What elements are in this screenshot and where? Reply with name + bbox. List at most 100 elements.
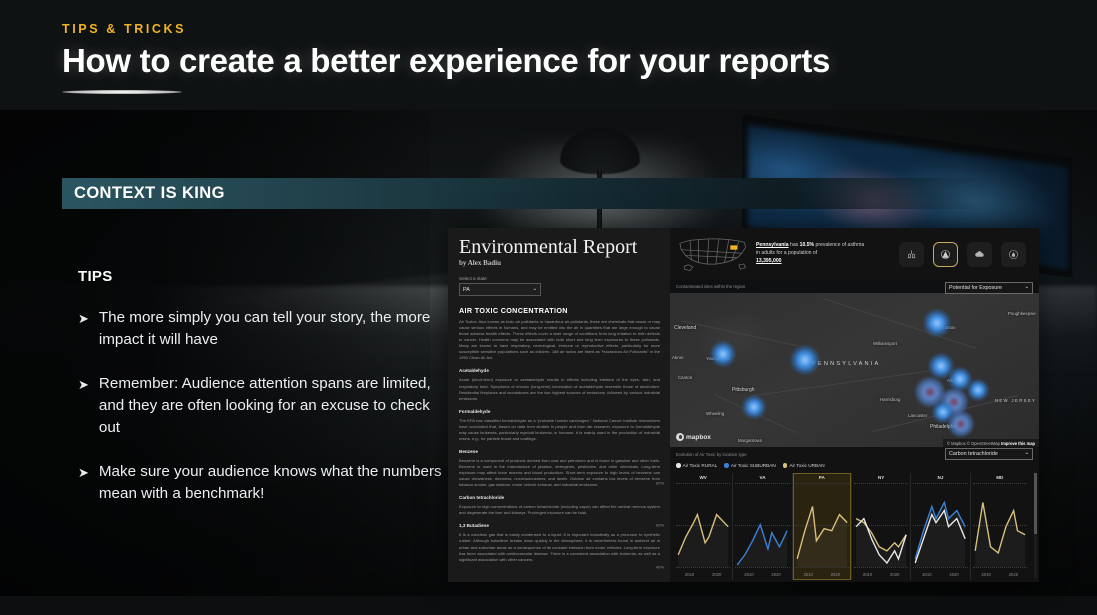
report-body-text: Benzene is a component of products deriv…	[459, 457, 660, 488]
report-subheading: Carbon tetrachloride	[459, 495, 505, 501]
state-label: PENNSYLVANIA	[812, 361, 881, 367]
chevron-down-icon: ⌄	[1024, 284, 1029, 291]
slide-header: TIPS & TRICKS How to create a better exp…	[62, 22, 830, 94]
kpi-state: Pennsylvania	[756, 241, 789, 248]
map-marker[interactable]	[967, 379, 989, 401]
chart-panel-va[interactable]: VA 2010 2020	[732, 473, 791, 580]
state-select[interactable]: PA ⌄	[459, 283, 541, 296]
x-axis: 2010 2020	[973, 572, 1027, 577]
grid-line	[913, 567, 968, 568]
x-axis-tick: 2020	[1008, 572, 1019, 577]
state-select-value: PA	[463, 286, 470, 293]
legend-swatch	[724, 463, 729, 468]
kpi-population: 13,395,000	[756, 258, 782, 265]
grid-line	[676, 567, 731, 568]
map-marker[interactable]	[923, 309, 951, 337]
chart-panel-ny[interactable]: NY 2010 2020	[850, 473, 910, 580]
chart-panel-title: MD	[996, 475, 1004, 480]
chart-panel-title: PA	[818, 475, 825, 480]
y-axis-tick: 80%	[656, 480, 665, 486]
city-label: Akron	[672, 355, 684, 360]
chart-panel-nj[interactable]: NJ 2010 2020	[910, 473, 969, 580]
chevron-down-icon: ⌄	[532, 285, 537, 292]
x-axis-tick: 2020	[949, 572, 959, 577]
grid-line	[735, 567, 790, 568]
map-marker[interactable]	[742, 395, 766, 419]
kpi-has: has	[789, 241, 799, 248]
map-canvas[interactable]: PENNSYLVANIA NEW JERSEY Cleveland Akron …	[670, 293, 1039, 447]
x-axis-tick: 2020	[712, 572, 722, 577]
pollutant-dropdown[interactable]: Carbon tetrachloride ⌄	[945, 448, 1033, 460]
tip-text: The more simply you can tell your story,…	[98, 309, 431, 349]
legend-label: Air Toxic SUBURBAN	[730, 463, 776, 468]
map-attribution[interactable]: © Mapbox © OpenStreetMap Improve this ma…	[943, 439, 1039, 447]
list-item: ➤ Make sure your audience knows what the…	[78, 461, 453, 505]
air-toxic-icon-button[interactable]	[933, 241, 958, 267]
map-marker[interactable]	[932, 401, 954, 423]
x-axis: 2010 2020	[795, 572, 849, 577]
chart-panel-title: VA	[759, 475, 766, 480]
exposure-dropdown[interactable]: Potential for Exposure ⌄	[945, 282, 1033, 294]
chart-panel-pa[interactable]: PA 2010 2020	[791, 473, 852, 580]
map-marker[interactable]	[710, 341, 736, 367]
cloud-icon-button[interactable]	[967, 241, 992, 267]
city-label: Harrisburg	[880, 397, 901, 402]
chart-plot-area	[913, 483, 968, 568]
series-area	[974, 502, 1025, 567]
context-banner-label: CONTEXT IS KING	[74, 184, 225, 202]
report-body-text: Exposure to high concentrations of carbo…	[459, 504, 660, 516]
water-drop-icon-button[interactable]	[1001, 241, 1026, 267]
mapbox-mark-icon	[676, 433, 684, 441]
legend-item[interactable]: Air Toxic RURAL	[676, 463, 717, 468]
series-svg	[854, 483, 908, 567]
grid-line	[972, 567, 1027, 568]
x-axis-tick: 2010	[922, 572, 932, 577]
page-title: How to create a better experience for yo…	[62, 42, 831, 79]
legend-item[interactable]: Air Toxic SUBURBAN	[724, 463, 776, 468]
x-axis-tick: 2020	[830, 572, 841, 577]
x-axis: 2010 2020	[913, 572, 967, 577]
chart-legend: Air Toxic RURAL Air Toxic SUBURBAN Air T…	[676, 463, 825, 468]
map-marker[interactable]	[790, 345, 820, 375]
series-svg	[973, 483, 1027, 567]
chart-scrollbar[interactable]	[1034, 473, 1037, 578]
embedded-dashboard: Environmental Report by Alex Badiu Selec…	[448, 228, 1039, 582]
map-road	[823, 298, 977, 349]
us-map-svg	[679, 238, 746, 271]
bullet-arrow-icon: ➤	[78, 311, 89, 326]
bullet-arrow-icon: ➤	[78, 377, 89, 393]
tip-text: Remember: Audience attention spans are l…	[98, 375, 431, 437]
tips-heading: TIPS	[78, 268, 113, 285]
legend-swatch	[782, 463, 788, 468]
chart-panel-md[interactable]: MD 2010 2020	[969, 473, 1029, 580]
mapbox-logo[interactable]: mapbox	[676, 433, 711, 441]
slide: TIPS & TRICKS How to create a better exp…	[0, 0, 1097, 615]
chart-plot-area	[794, 483, 849, 568]
chart-panel-title: NJ	[937, 475, 944, 480]
series-svg	[735, 483, 789, 567]
grid-line	[794, 567, 849, 568]
list-item: ➤ Remember: Audience attention spans are…	[78, 373, 453, 439]
list-item: ➤ The more simply you can tell your stor…	[78, 307, 453, 351]
improve-map-link[interactable]: Improve this map	[1001, 441, 1035, 446]
legend-item[interactable]: Air Toxic URBAN	[782, 463, 825, 468]
report-body-text: It is a colorless gas that is easily con…	[459, 532, 660, 562]
kpi-text: Pennsylvania has 10.5% prevalence of ast…	[756, 242, 868, 267]
legend-label: Air Toxic RURAL	[682, 463, 718, 468]
chart-plot-area: 40% 60% 80%	[656, 481, 731, 570]
report-author: by Alex Badiu	[459, 259, 502, 267]
tips-section: TIPS ➤ The more simply you can tell your…	[78, 268, 453, 505]
title-underline	[62, 90, 182, 94]
map-road	[681, 320, 799, 347]
series-svg	[795, 483, 849, 567]
series-area	[678, 514, 729, 567]
small-multiples: WV 40% 60% 80% 2010 2020 VA 2010 2020 PA 2010 2020 N…	[656, 473, 1029, 580]
exposure-dropdown-value: Potential for Exposure	[949, 285, 1003, 291]
kpi-strip: Pennsylvania has 10.5% prevalence of ast…	[670, 228, 1039, 280]
lungs-icon-button[interactable]	[899, 241, 924, 267]
report-intro-text: Air Toxics: Also known as toxic air poll…	[459, 319, 660, 361]
map-road	[750, 370, 930, 397]
pollutant-dropdown-value: Carbon tetrachloride	[949, 451, 998, 457]
chart-panel-wv[interactable]: WV 40% 60% 80% 2010 2020	[656, 473, 732, 580]
chart-scrollbar-thumb[interactable]	[1034, 473, 1037, 534]
